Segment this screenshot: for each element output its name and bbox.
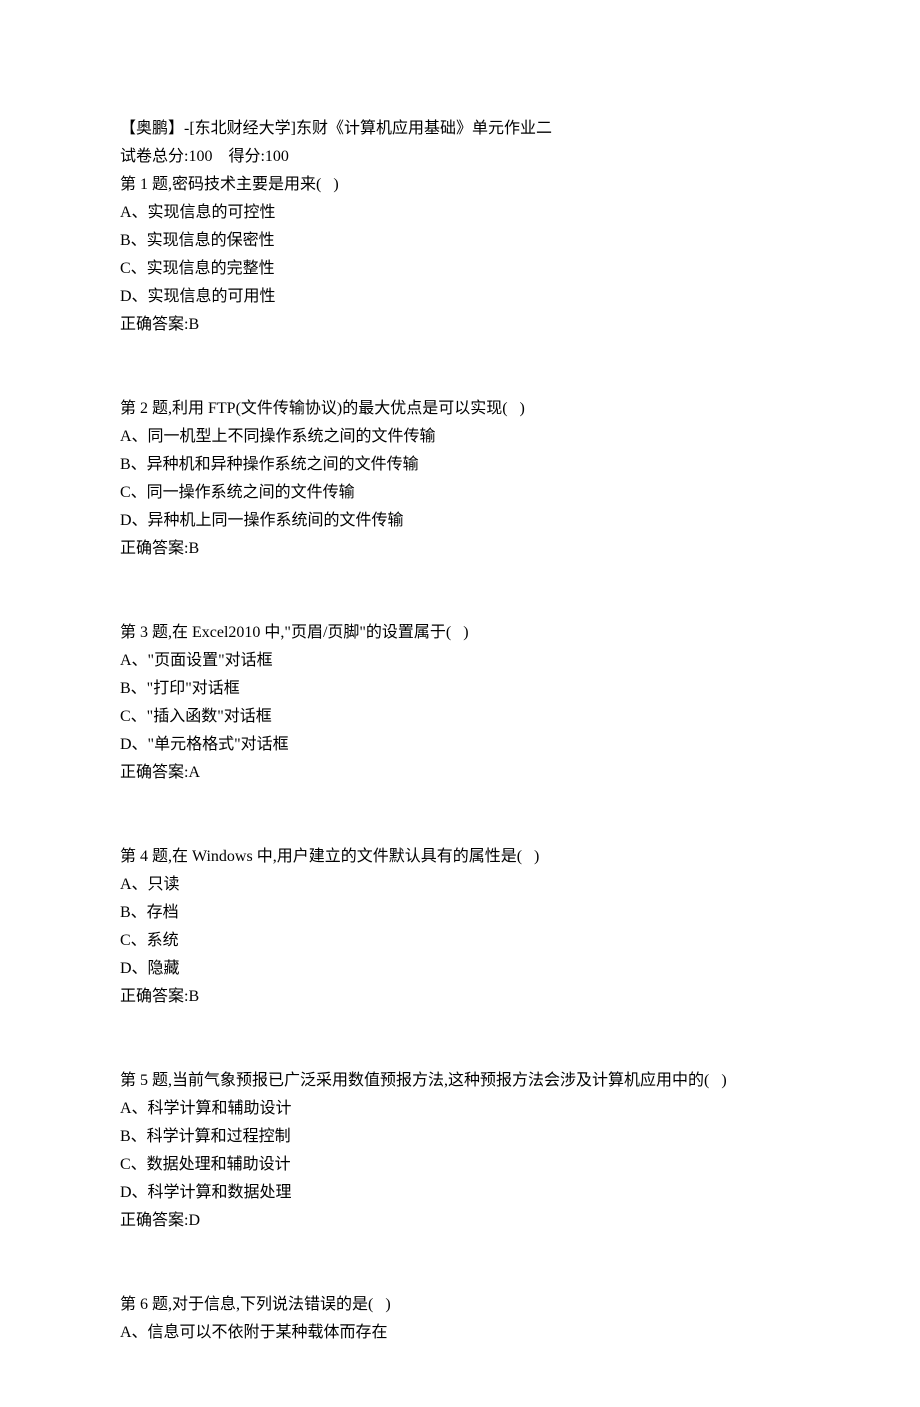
question-option: C、同一操作系统之间的文件传输 [120,479,800,507]
question-option: A、科学计算和辅助设计 [120,1095,800,1123]
question-answer: 正确答案:D [120,1207,800,1235]
question-stem: 第 1 题,密码技术主要是用来( ) [120,171,800,199]
question-block: 第 5 题,当前气象预报已广泛采用数值预报方法,这种预报方法会涉及计算机应用中的… [120,1067,800,1235]
question-option: C、实现信息的完整性 [120,255,800,283]
question-block: 第 6 题,对于信息,下列说法错误的是( )A、信息可以不依附于某种载体而存在 [120,1291,800,1347]
question-option: D、异种机上同一操作系统间的文件传输 [120,507,800,535]
question-option: B、存档 [120,899,800,927]
questions-container: 第 1 题,密码技术主要是用来( )A、实现信息的可控性B、实现信息的保密性C、… [120,171,800,1347]
question-option: A、只读 [120,871,800,899]
question-stem: 第 2 题,利用 FTP(文件传输协议)的最大优点是可以实现( ) [120,395,800,423]
question-answer: 正确答案:B [120,535,800,563]
document-page: 【奥鹏】-[东北财经大学]东财《计算机应用基础》单元作业二 试卷总分:100 得… [0,0,920,1407]
question-option: D、隐藏 [120,955,800,983]
question-option: A、"页面设置"对话框 [120,647,800,675]
question-option: A、信息可以不依附于某种载体而存在 [120,1319,800,1347]
question-block: 第 1 题,密码技术主要是用来( )A、实现信息的可控性B、实现信息的保密性C、… [120,171,800,339]
question-stem: 第 6 题,对于信息,下列说法错误的是( ) [120,1291,800,1319]
document-title: 【奥鹏】-[东北财经大学]东财《计算机应用基础》单元作业二 [120,115,800,143]
question-option: C、系统 [120,927,800,955]
question-option: B、实现信息的保密性 [120,227,800,255]
question-option: A、实现信息的可控性 [120,199,800,227]
question-stem: 第 5 题,当前气象预报已广泛采用数值预报方法,这种预报方法会涉及计算机应用中的… [120,1067,800,1095]
question-answer: 正确答案:A [120,759,800,787]
question-option: B、异种机和异种操作系统之间的文件传输 [120,451,800,479]
question-answer: 正确答案:B [120,311,800,339]
question-block: 第 4 题,在 Windows 中,用户建立的文件默认具有的属性是( )A、只读… [120,843,800,1011]
question-option: B、科学计算和过程控制 [120,1123,800,1151]
question-option: C、数据处理和辅助设计 [120,1151,800,1179]
question-option: C、"插入函数"对话框 [120,703,800,731]
question-block: 第 2 题,利用 FTP(文件传输协议)的最大优点是可以实现( )A、同一机型上… [120,395,800,563]
question-option: D、实现信息的可用性 [120,283,800,311]
question-block: 第 3 题,在 Excel2010 中,"页眉/页脚"的设置属于( )A、"页面… [120,619,800,787]
question-option: D、"单元格格式"对话框 [120,731,800,759]
question-option: D、科学计算和数据处理 [120,1179,800,1207]
document-header: 【奥鹏】-[东北财经大学]东财《计算机应用基础》单元作业二 试卷总分:100 得… [120,115,800,171]
question-option: A、同一机型上不同操作系统之间的文件传输 [120,423,800,451]
question-stem: 第 3 题,在 Excel2010 中,"页眉/页脚"的设置属于( ) [120,619,800,647]
question-stem: 第 4 题,在 Windows 中,用户建立的文件默认具有的属性是( ) [120,843,800,871]
question-option: B、"打印"对话框 [120,675,800,703]
score-line: 试卷总分:100 得分:100 [120,143,800,171]
question-answer: 正确答案:B [120,983,800,1011]
